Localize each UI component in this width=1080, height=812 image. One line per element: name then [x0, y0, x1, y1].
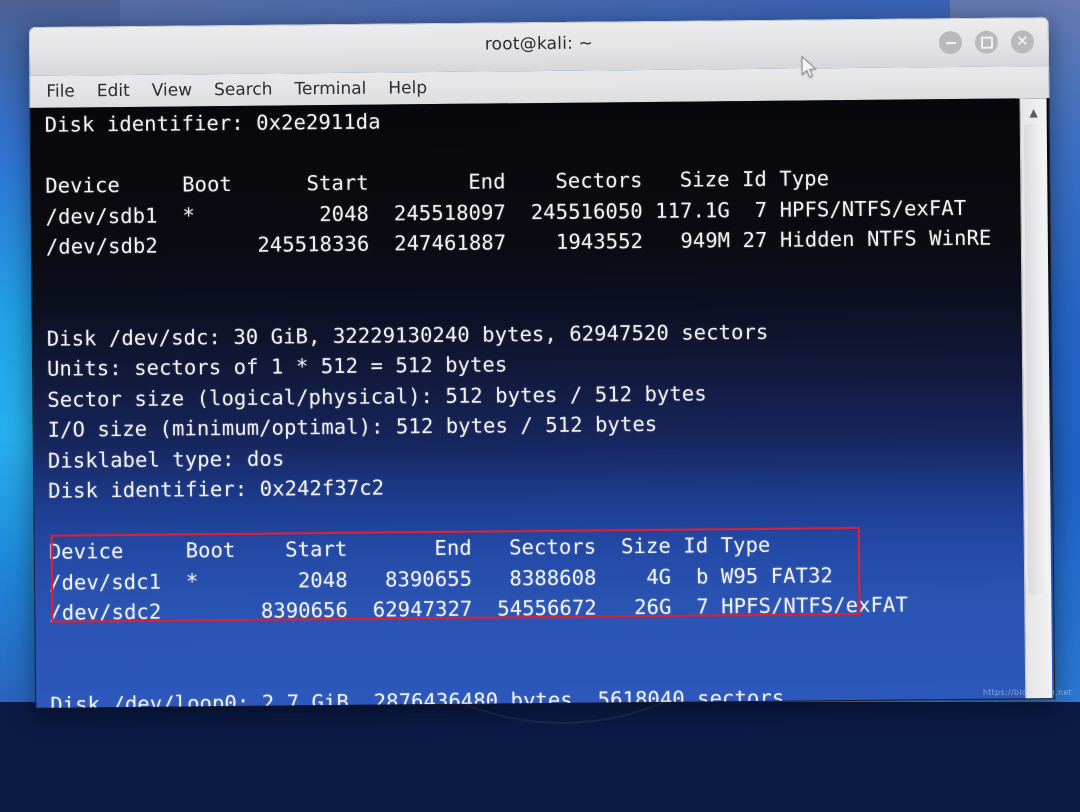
- mouse-cursor-icon: [801, 55, 817, 78]
- menu-item-terminal[interactable]: Terminal: [294, 79, 366, 100]
- close-button[interactable]: ×: [1010, 30, 1035, 54]
- scroll-up-arrow-icon[interactable]: ▲: [1021, 102, 1047, 122]
- terminal-scrollbar[interactable]: ▲: [1019, 98, 1053, 699]
- maximize-button[interactable]: [974, 30, 999, 54]
- window-controls: ×: [938, 30, 1035, 55]
- menu-item-help[interactable]: Help: [388, 78, 427, 98]
- minimize-icon: [945, 41, 956, 44]
- menu-item-view[interactable]: View: [152, 80, 193, 100]
- watermark-text: https://blog.csdn.net: [982, 688, 1072, 697]
- terminal-body[interactable]: Disk identifier: 0x2e2911da Device Boot …: [29, 98, 1056, 709]
- menu-item-search[interactable]: Search: [214, 80, 273, 101]
- terminal-output: Disk identifier: 0x2e2911da Device Boot …: [45, 100, 1026, 709]
- maximize-icon: [980, 36, 993, 49]
- menu-item-edit[interactable]: Edit: [97, 81, 130, 101]
- terminal-window: root@kali: ~ × File Edit View Search Ter…: [28, 17, 1056, 709]
- window-title: root@kali: ~: [484, 33, 594, 55]
- minimize-button[interactable]: [938, 30, 963, 55]
- scrollbar-thumb[interactable]: [1023, 124, 1049, 595]
- menu-item-file[interactable]: File: [46, 81, 75, 101]
- close-icon: ×: [1016, 31, 1029, 50]
